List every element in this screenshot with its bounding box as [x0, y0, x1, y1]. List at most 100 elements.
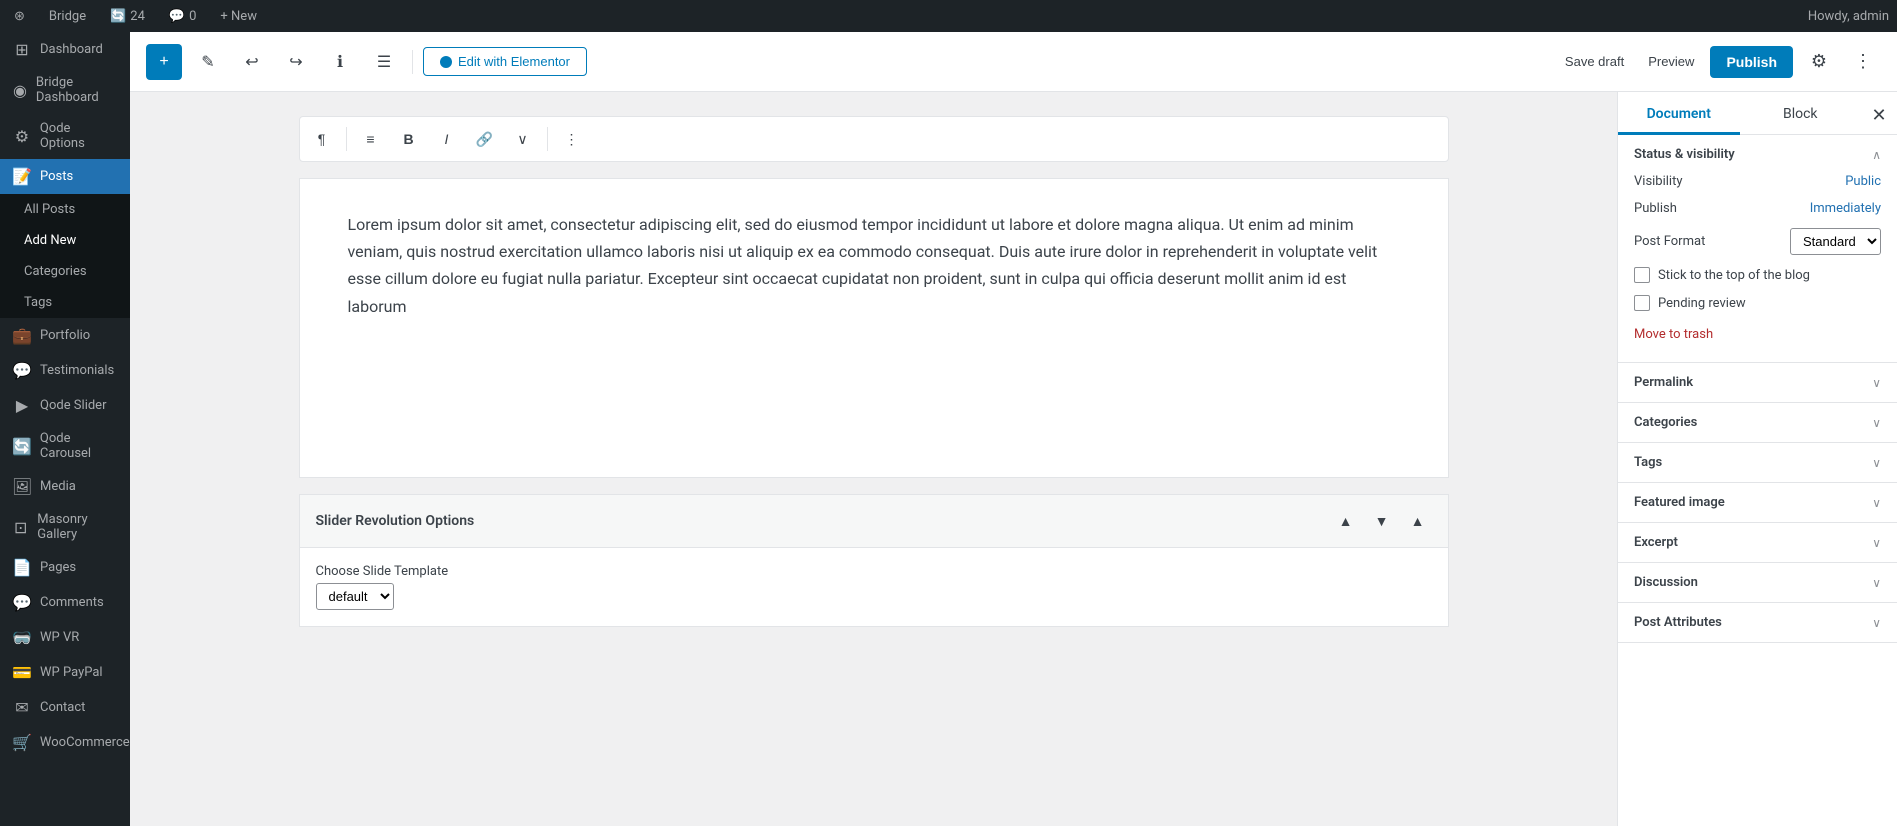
sidebar-item-media[interactable]: 🖼 Media — [0, 469, 130, 504]
media-icon: 🖼 — [12, 477, 32, 496]
sidebar-label-wp-vr: WP VR — [40, 630, 79, 645]
masonry-gallery-icon: ⊡ — [12, 518, 29, 537]
tags-section: Tags ∨ — [1618, 443, 1897, 483]
tab-block[interactable]: Block — [1740, 96, 1862, 135]
sidebar-item-comments[interactable]: 💬 Comments — [0, 585, 130, 620]
sidebar-label-woocommerce: WooCommerce — [40, 735, 130, 750]
tags-header[interactable]: Tags ∨ — [1618, 443, 1897, 482]
sidebar-label-media: Media — [40, 479, 76, 494]
metabox-collapse-up[interactable]: ▲ — [1332, 507, 1360, 535]
redo-button[interactable]: ↪ — [278, 44, 314, 80]
post-attributes-header[interactable]: Post Attributes ∨ — [1618, 603, 1897, 642]
permalink-chevron-icon: ∨ — [1872, 376, 1881, 390]
metabox-toggle-button[interactable]: ▲ — [1404, 507, 1432, 535]
sidebar-item-qode-options[interactable]: ⚙ Qode Options — [0, 113, 130, 159]
sidebar-item-categories[interactable]: Categories — [0, 256, 130, 287]
status-visibility-header[interactable]: Status & visibility ∧ — [1618, 135, 1897, 174]
tools-button[interactable]: ✎ — [190, 44, 226, 80]
block-editor[interactable]: ¶ ≡ B I 🔗 ∨ ⋮ Lorem ipsum dolor sit amet… — [130, 92, 1617, 826]
slide-template-label: Choose Slide Template — [316, 564, 1432, 579]
publish-immediately-value[interactable]: Immediately — [1810, 201, 1881, 216]
site-name[interactable]: Bridge — [43, 0, 92, 32]
posts-icon: 📝 — [12, 167, 32, 186]
sidebar-item-wp-vr[interactable]: 🥽 WP VR — [0, 620, 130, 655]
sidebar-item-qode-carousel[interactable]: 🔄 Qode Carousel — [0, 423, 130, 469]
sidebar-item-portfolio[interactable]: 💼 Portfolio — [0, 318, 130, 353]
categories-section: Categories ∨ — [1618, 403, 1897, 443]
featured-image-header[interactable]: Featured image ∨ — [1618, 483, 1897, 522]
tab-document[interactable]: Document — [1618, 96, 1740, 135]
comments-badge[interactable]: 💬 0 — [163, 0, 203, 32]
testimonials-icon: 💬 — [12, 361, 32, 380]
discussion-header[interactable]: Discussion ∨ — [1618, 563, 1897, 602]
sidebar-item-bridge-dashboard[interactable]: ◉ Bridge Dashboard — [0, 67, 130, 113]
slide-template-field: Choose Slide Template default — [316, 564, 1432, 610]
bridge-dashboard-icon: ◉ — [12, 81, 28, 100]
sidebar-item-pages[interactable]: 📄 Pages — [0, 550, 130, 585]
format-sep-2 — [547, 127, 548, 151]
editor-content-inner: Lorem ipsum dolor sit amet, consectetur … — [300, 179, 1448, 352]
sidebar-item-tags[interactable]: Tags — [0, 287, 130, 318]
sidebar-item-wp-paypal[interactable]: 💳 WP PayPal — [0, 655, 130, 690]
move-to-trash-link[interactable]: Move to trash — [1634, 323, 1881, 346]
pending-review-checkbox[interactable] — [1634, 295, 1650, 311]
metabox-body: Choose Slide Template default — [300, 548, 1448, 626]
sidebar-item-contact[interactable]: ✉ Contact — [0, 690, 130, 725]
settings-button[interactable]: ⚙ — [1801, 44, 1837, 80]
block-options-button[interactable]: ⋮ — [554, 121, 590, 157]
link-button[interactable]: 🔗 — [467, 121, 503, 157]
metabox-collapse-down[interactable]: ▼ — [1368, 507, 1396, 535]
sidebar-item-dashboard[interactable]: ⊞ Dashboard — [0, 32, 130, 67]
sidebar-item-qode-slider[interactable]: ▶ Qode Slider — [0, 388, 130, 423]
editor-content-block[interactable]: Lorem ipsum dolor sit amet, consectetur … — [299, 178, 1449, 478]
sidebar-item-all-posts[interactable]: All Posts — [0, 194, 130, 225]
sidebar-item-woocommerce[interactable]: 🛒 WooCommerce — [0, 725, 130, 760]
toolbar-separator — [412, 50, 413, 74]
sticky-checkbox[interactable] — [1634, 267, 1650, 283]
more-options-button[interactable]: ⋮ — [1845, 44, 1881, 80]
list-view-button[interactable]: ☰ — [366, 44, 402, 80]
publish-button[interactable]: Publish — [1710, 46, 1793, 78]
status-visibility-body: Visibility Public Publish Immediately Po… — [1618, 174, 1897, 362]
more-formats-button[interactable]: ∨ — [505, 121, 541, 157]
permalink-header[interactable]: Permalink ∨ — [1618, 363, 1897, 402]
new-content-button[interactable]: + New — [214, 0, 263, 32]
align-button[interactable]: ≡ — [353, 121, 389, 157]
featured-image-section: Featured image ∨ — [1618, 483, 1897, 523]
edit-with-elementor-button[interactable]: Edit with Elementor — [423, 47, 587, 76]
post-format-row: Post Format Standard Aside Chat Gallery — [1634, 228, 1881, 255]
add-block-button[interactable]: + — [146, 44, 182, 80]
dashboard-icon: ⊞ — [12, 40, 32, 59]
categories-header[interactable]: Categories ∨ — [1618, 403, 1897, 442]
bold-button[interactable]: B — [391, 121, 427, 157]
wp-logo[interactable]: ⊛ — [8, 0, 31, 32]
sidebar-item-masonry-gallery[interactable]: ⊡ Masonry Gallery — [0, 504, 130, 550]
format-sep-1 — [346, 127, 347, 151]
sidebar-item-testimonials[interactable]: 💬 Testimonials — [0, 353, 130, 388]
categories-title: Categories — [1634, 415, 1697, 430]
editor-body-text[interactable]: Lorem ipsum dolor sit amet, consectetur … — [348, 211, 1400, 320]
sidebar: ⊞ Dashboard ◉ Bridge Dashboard ⚙ Qode Op… — [0, 32, 130, 826]
save-draft-button[interactable]: Save draft — [1557, 48, 1632, 75]
sidebar-label-wp-paypal: WP PayPal — [40, 665, 103, 680]
sidebar-label-testimonials: Testimonials — [40, 363, 114, 378]
post-format-label: Post Format — [1634, 234, 1705, 249]
italic-button[interactable]: I — [429, 121, 465, 157]
info-button[interactable]: ℹ — [322, 44, 358, 80]
preview-button[interactable]: Preview — [1640, 48, 1702, 75]
sidebar-item-add-new[interactable]: Add New — [0, 225, 130, 256]
visibility-row: Visibility Public — [1634, 174, 1881, 189]
updates-badge[interactable]: 🔄 24 — [104, 0, 151, 32]
paragraph-format-button[interactable]: ¶ — [304, 121, 340, 157]
excerpt-header[interactable]: Excerpt ∨ — [1618, 523, 1897, 562]
slide-template-select[interactable]: default — [316, 583, 394, 610]
sidebar-item-posts[interactable]: 📝 Posts — [0, 159, 130, 194]
visibility-value[interactable]: Public — [1845, 174, 1881, 189]
howdy-admin: Howdy, admin — [1808, 9, 1889, 24]
categories-chevron-icon: ∨ — [1872, 416, 1881, 430]
panel-close-button[interactable]: ✕ — [1861, 96, 1897, 134]
undo-button[interactable]: ↩ — [234, 44, 270, 80]
discussion-title: Discussion — [1634, 575, 1698, 590]
sidebar-label-qode-options: Qode Options — [40, 121, 118, 151]
post-format-select[interactable]: Standard Aside Chat Gallery — [1790, 228, 1881, 255]
